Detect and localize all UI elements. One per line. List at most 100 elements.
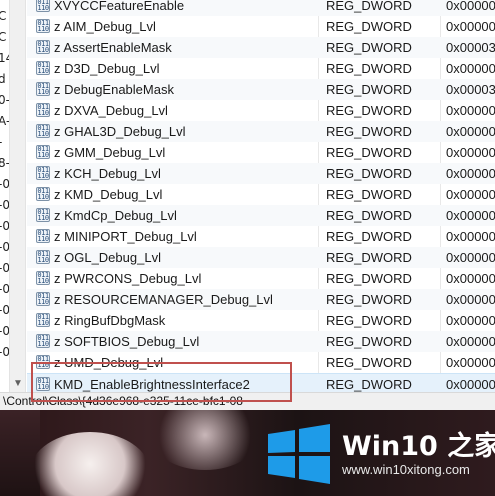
value-name: XVYCCFeatureEnable <box>54 0 185 13</box>
registry-value-row[interactable]: 011 110 z PWRCONS_Debug_Lvl REG_DWORD 0x0000… <box>27 268 495 289</box>
registry-value-row[interactable]: 011110 z KCH_Debug_Lvl REG_DWORD 0x000000 <box>27 163 495 184</box>
registry-value-row[interactable]: 011 110 XVYCCFeatureEnable REG_DWORD 0x00000… <box>27 0 495 16</box>
value-type: REG_DWORD <box>326 19 412 34</box>
reg-dword-icon: 011 110 <box>36 145 50 159</box>
registry-value-row[interactable]: 011110 z AIM_Debug_Lvl REG_DWORD 0x000000 <box>27 16 495 37</box>
value-type: REG_DWORD <box>326 313 412 328</box>
registry-editor-window: CC14d0-bA--8--0-0-0-0-0-0-0-0-0 ▼ 011110… <box>0 0 495 410</box>
value-type: REG_DWORD <box>326 166 412 181</box>
tree-node-fragment[interactable]: -0 <box>0 258 9 279</box>
tree-node-fragment[interactable]: -0 <box>0 342 9 363</box>
registry-value-row[interactable]: 011110 z RingBufDbgMask REG_DWORD 0x000000 <box>27 310 495 331</box>
tree-node-fragment[interactable]: -0 <box>0 195 9 216</box>
watermark: Win10 之家 www.win10xitong.com <box>262 418 495 496</box>
tree-node-fragment[interactable]: -0 <box>0 300 9 321</box>
wallpaper-flower <box>150 410 260 470</box>
tree-node-fragment[interactable]: -0 <box>0 216 9 237</box>
tree-node-fragment[interactable]: 0-b <box>0 90 9 111</box>
registry-value-row[interactable]: 011110 z OGL_Debug_Lvl REG_DWORD 0x000000 <box>27 247 495 268</box>
value-type: REG_DWORD <box>326 40 412 55</box>
value-data: 0x000000 <box>446 229 495 244</box>
reg-dword-icon: 011 110 <box>36 166 50 180</box>
value-data: 0x000000 <box>446 61 495 76</box>
value-name: z D3D_Debug_Lvl <box>54 61 160 76</box>
tree-node-fragment[interactable]: -0 <box>0 279 9 300</box>
registry-value-row[interactable]: 011 110 z RESOURCEMANAGER_Debug_Lvl REG_DWO… <box>27 289 495 310</box>
value-data: 0x000000 <box>446 0 495 13</box>
registry-tree-pane[interactable]: CC14d0-bA--8--0-0-0-0-0-0-0-0-0 <box>0 0 9 392</box>
value-name: z GMM_Debug_Lvl <box>54 145 166 160</box>
windows-logo-icon <box>268 424 330 484</box>
reg-dword-icon: 011 110 <box>36 40 50 54</box>
reg-dword-icon: 011 110 <box>36 0 50 12</box>
watermark-brand: Win10 之家 <box>342 431 495 462</box>
reg-dword-icon: 011 110 <box>36 208 50 222</box>
value-data: 0x000000 <box>446 124 495 139</box>
value-name: z KmdCp_Debug_Lvl <box>54 208 177 223</box>
registry-value-row[interactable]: 011 110 z GHAL3D_Debug_Lvl REG_DWORD 0x00000… <box>27 121 495 142</box>
value-data: 0x00003 <box>446 40 495 55</box>
tree-node-fragment[interactable]: 14 <box>0 48 9 69</box>
value-type: REG_DWORD <box>326 271 412 286</box>
value-name: z SOFTBIOS_Debug_Lvl <box>54 334 200 349</box>
registry-value-row[interactable]: 011110 z GMM_Debug_Lvl REG_DWORD 0x000000 <box>27 142 495 163</box>
value-type: REG_DWORD <box>326 0 412 13</box>
registry-value-row[interactable]: 011110 z KmdCp_Debug_Lvl REG_DWORD 0x000000 <box>27 205 495 226</box>
value-type: REG_DWORD <box>326 334 412 349</box>
value-name: z RingBufDbgMask <box>54 313 166 328</box>
value-data: 0x000000 <box>446 271 495 286</box>
tree-node-fragment[interactable]: -0 <box>0 237 9 258</box>
value-name: z MINIPORT_Debug_Lvl <box>54 229 197 244</box>
value-name: z DXVA_Debug_Lvl <box>54 103 168 118</box>
reg-dword-icon: 011 110 <box>36 103 50 117</box>
reg-dword-icon: 011 110 <box>36 61 50 75</box>
registry-value-row[interactable]: 011 110 z SOFTBIOS_Debug_Lvl REG_DWORD 0x000… <box>27 331 495 352</box>
value-name: z PWRCONS_Debug_Lvl <box>54 271 202 286</box>
tree-node-fragment[interactable]: - <box>0 132 2 153</box>
highlight-annotation-box <box>31 362 292 402</box>
value-data: 0x000000 <box>446 292 495 307</box>
value-data: 0x000000 <box>446 103 495 118</box>
value-data: 0x000000 <box>446 250 495 265</box>
registry-values-list: 011 110 XVYCCFeatureEnable REG_DWORD 0x00000… <box>27 0 495 392</box>
reg-dword-icon: 011 110 <box>36 292 50 306</box>
value-data: 0x000000 <box>446 19 495 34</box>
registry-value-row[interactable]: 011 110 z MINIPORT_Debug_Lvl REG_DWORD 0x000… <box>27 226 495 247</box>
value-data: 0x000000 <box>446 334 495 349</box>
value-name: z AIM_Debug_Lvl <box>54 19 156 34</box>
reg-dword-icon: 011 110 <box>36 334 50 348</box>
value-name: z OGL_Debug_Lvl <box>54 250 161 265</box>
tree-vertical-scrollbar[interactable]: ▼ <box>9 0 26 392</box>
tree-node-fragment[interactable]: -0 <box>0 321 9 342</box>
registry-value-row[interactable]: 011110 z DXVA_Debug_Lvl REG_DWORD 0x000000 <box>27 100 495 121</box>
tree-node-fragment[interactable]: 8- <box>0 153 9 174</box>
value-name: z KMD_Debug_Lvl <box>54 187 163 202</box>
reg-dword-icon: 011 110 <box>36 82 50 96</box>
value-type: REG_DWORD <box>326 355 412 370</box>
value-name: z AssertEnableMask <box>54 40 172 55</box>
value-type: REG_DWORD <box>326 61 412 76</box>
registry-value-row[interactable]: 011 110 z AssertEnableMask REG_DWORD 0x00003 <box>27 37 495 58</box>
value-data: 0x000000 <box>446 377 495 392</box>
registry-value-row[interactable]: 011110 z KMD_Debug_Lvl REG_DWORD 0x000000 <box>27 184 495 205</box>
value-name: z KCH_Debug_Lvl <box>54 166 161 181</box>
reg-dword-icon: 011 110 <box>36 250 50 264</box>
tree-node-fragment[interactable]: C <box>0 27 6 48</box>
scroll-down-arrow-icon[interactable]: ▼ <box>13 378 23 389</box>
tree-node-fragment[interactable]: d <box>0 69 6 90</box>
tree-node-fragment[interactable]: -0 <box>0 174 9 195</box>
value-type: REG_DWORD <box>326 250 412 265</box>
value-type: REG_DWORD <box>326 145 412 160</box>
reg-dword-icon: 011 110 <box>36 19 50 33</box>
value-name: z RESOURCEMANAGER_Debug_Lvl <box>54 292 273 307</box>
registry-value-row[interactable]: 011 110 z DebugEnableMask REG_DWORD 0x00003 <box>27 79 495 100</box>
tree-node-fragment[interactable]: C <box>0 6 6 27</box>
registry-value-row[interactable]: 011110 z D3D_Debug_Lvl REG_DWORD 0x000000 <box>27 58 495 79</box>
value-type: REG_DWORD <box>326 292 412 307</box>
reg-dword-icon: 011 110 <box>36 187 50 201</box>
wallpaper-flower <box>30 432 150 496</box>
value-name: z DebugEnableMask <box>54 82 174 97</box>
tree-node-fragment[interactable]: A- <box>0 111 9 132</box>
value-type: REG_DWORD <box>326 229 412 244</box>
reg-dword-icon: 011 110 <box>36 313 50 327</box>
